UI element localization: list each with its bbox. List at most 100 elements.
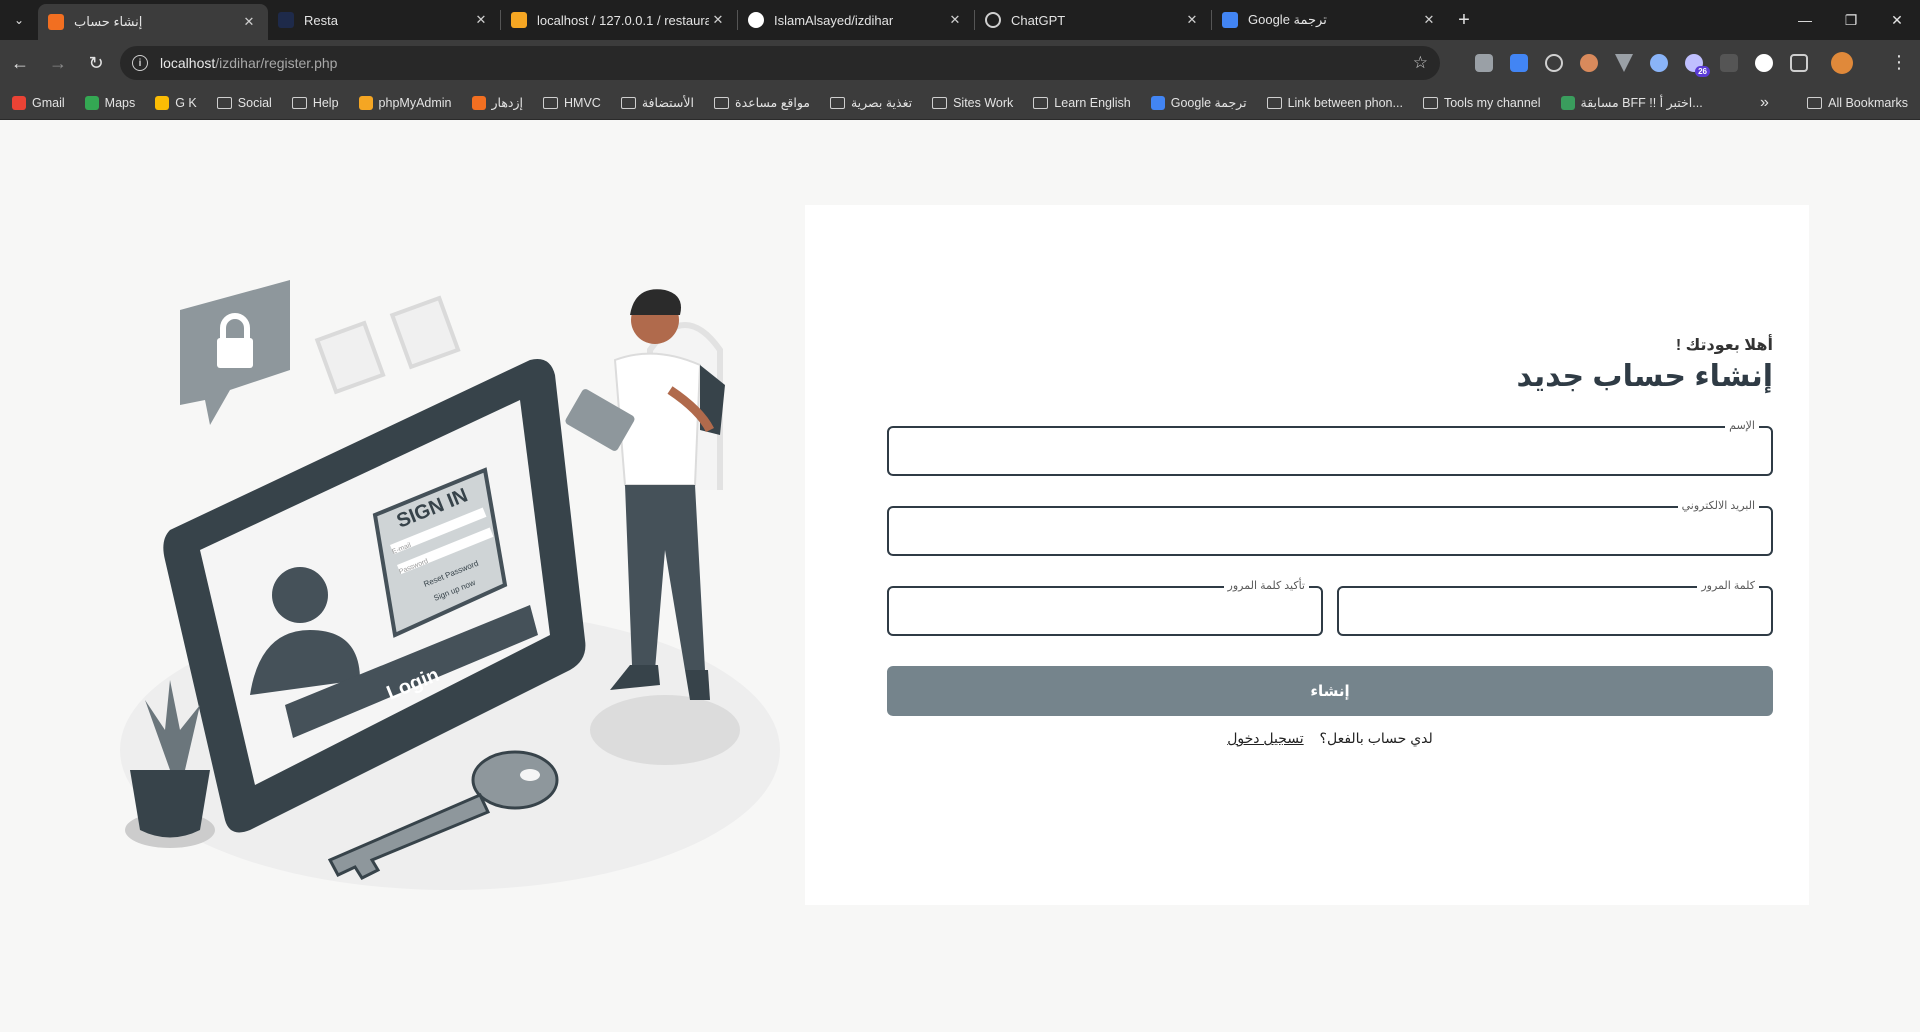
register-card: أهلا بعودتك ! إنشاء حساب جديد الإسم البر… bbox=[805, 205, 1809, 905]
tab-register[interactable]: إنشاء حساب ✕ bbox=[38, 4, 268, 40]
forward-icon[interactable]: → bbox=[40, 45, 76, 81]
reload-icon[interactable]: ↻ bbox=[78, 45, 114, 81]
key-hole bbox=[520, 769, 540, 781]
bookmark-item[interactable]: phpMyAdmin bbox=[358, 95, 452, 110]
badge-extension-icon[interactable]: 26 bbox=[1680, 49, 1710, 77]
bookmark-label: Social bbox=[237, 95, 272, 110]
google-translate-icon bbox=[1222, 12, 1238, 28]
plant-pot bbox=[130, 770, 210, 838]
translate-extension-icon[interactable] bbox=[1505, 49, 1533, 77]
bookmark-label: الأستضافة bbox=[641, 96, 695, 110]
extensions-area: 26 bbox=[1470, 46, 1863, 80]
extension-badge: 26 bbox=[1695, 66, 1710, 77]
login-prompt: لدي حساب بالفعل؟ تسجيل دخول bbox=[887, 730, 1773, 747]
bookmark-item[interactable]: Google ترجمة bbox=[1150, 95, 1247, 110]
react-devtools-icon[interactable] bbox=[1540, 49, 1568, 77]
folder-icon bbox=[620, 96, 636, 109]
extensions-puzzle-icon[interactable] bbox=[1785, 49, 1813, 77]
bookmark-star-icon[interactable]: ☆ bbox=[1413, 53, 1428, 73]
bookmark-folder[interactable]: مواقع مساعدة bbox=[714, 95, 810, 110]
address-bar[interactable]: i localhost/izdihar/register.php ☆ bbox=[120, 46, 1440, 80]
resta-icon bbox=[278, 12, 294, 28]
bookmark-item[interactable]: Gmail bbox=[12, 95, 65, 110]
close-icon[interactable]: ✕ bbox=[240, 14, 258, 30]
more-bookmarks-icon[interactable]: » bbox=[1760, 86, 1769, 120]
browser-toolbar: ← → ↻ i localhost/izdihar/register.php ☆… bbox=[0, 40, 1920, 86]
bookmark-folder[interactable]: Social bbox=[216, 95, 272, 110]
login-link[interactable]: تسجيل دخول bbox=[1227, 730, 1303, 746]
bookmark-folder[interactable]: Link between phon... bbox=[1266, 96, 1403, 110]
close-icon[interactable]: ✕ bbox=[709, 12, 727, 28]
screenshot-extension-icon[interactable] bbox=[1470, 49, 1498, 77]
bookmark-favicon-icon bbox=[471, 95, 486, 110]
tab-title: إنشاء حساب bbox=[74, 14, 143, 29]
bookmark-item[interactable]: إزدهار bbox=[471, 95, 523, 110]
welcome-text: أهلا بعودتك ! bbox=[1675, 337, 1773, 354]
back-icon[interactable]: ← bbox=[2, 45, 38, 81]
site-info-icon[interactable]: i bbox=[132, 55, 148, 71]
colorful-extension-icon[interactable] bbox=[1575, 49, 1603, 77]
tab-search-button[interactable]: ⌄ bbox=[0, 0, 38, 40]
bookmark-folder[interactable]: Tools my channel bbox=[1422, 96, 1541, 110]
tab-chatgpt[interactable]: ChatGPT ✕ bbox=[975, 0, 1211, 40]
close-icon[interactable]: ✕ bbox=[946, 12, 964, 28]
bookmark-folder[interactable]: HMVC bbox=[543, 96, 601, 110]
bookmark-item[interactable]: G K bbox=[155, 95, 197, 110]
browser-menu-icon[interactable]: ⋮ bbox=[1890, 52, 1908, 73]
tab-google-translate[interactable]: ترجمة Google ✕ bbox=[1212, 0, 1448, 40]
bookmark-label: Help bbox=[312, 95, 339, 110]
bookmark-folder[interactable]: الأستضافة bbox=[620, 95, 695, 110]
login-illustration: SIGN IN E-mail Password Reset Password S… bbox=[120, 280, 780, 890]
profile-avatar[interactable] bbox=[1828, 49, 1856, 77]
password-field[interactable]: كلمة المرور bbox=[1337, 579, 1773, 636]
create-account-button[interactable]: إنشاء bbox=[887, 666, 1773, 716]
tab-title: ترجمة Google bbox=[1248, 12, 1327, 27]
picture-frame bbox=[389, 295, 461, 370]
folder-icon bbox=[1422, 96, 1438, 109]
bookmark-item[interactable]: مسابقة BFF !! اختبر أ... bbox=[1560, 95, 1703, 110]
tab-title: Resta bbox=[304, 12, 338, 28]
folder-icon bbox=[1266, 96, 1282, 109]
notion-icon[interactable] bbox=[1750, 49, 1778, 77]
confirm-password-label: تأكيد كلمة المرور bbox=[1223, 579, 1309, 592]
close-window-icon[interactable]: ✕ bbox=[1874, 0, 1920, 40]
tab-resta[interactable]: Resta ✕ bbox=[268, 0, 500, 40]
bookmark-folder[interactable]: تغذية بصرية bbox=[829, 95, 913, 110]
page-content: SIGN IN E-mail Password Reset Password S… bbox=[0, 120, 1920, 1032]
bookmark-item[interactable]: Maps bbox=[84, 95, 136, 110]
vue-devtools-icon[interactable] bbox=[1610, 49, 1638, 77]
bookmark-folder[interactable]: Help bbox=[291, 95, 339, 110]
all-bookmarks-label: All Bookmarks bbox=[1828, 96, 1908, 110]
xampp-icon bbox=[48, 14, 64, 30]
person-pants bbox=[625, 485, 705, 670]
tab-phpmyadmin[interactable]: localhost / 127.0.0.1 / restauran ✕ bbox=[501, 0, 737, 40]
minimize-icon[interactable]: — bbox=[1782, 0, 1828, 40]
all-bookmarks-button[interactable]: All Bookmarks bbox=[1807, 86, 1908, 120]
close-icon[interactable]: ✕ bbox=[1183, 12, 1201, 28]
tab-github[interactable]: IslamAlsayed/izdihar ✕ bbox=[738, 0, 974, 40]
close-icon[interactable]: ✕ bbox=[472, 12, 490, 28]
bookmark-folder[interactable]: Sites Work bbox=[932, 96, 1013, 110]
email-field[interactable]: البريد الالكتروني bbox=[887, 499, 1773, 556]
bookmark-label: مواقع مساعدة bbox=[735, 96, 810, 110]
media-extension-icon[interactable] bbox=[1715, 49, 1743, 77]
confirm-password-field[interactable]: تأكيد كلمة المرور bbox=[887, 579, 1323, 636]
new-tab-button[interactable]: + bbox=[1448, 9, 1480, 32]
picture-frame bbox=[314, 320, 386, 395]
bookmark-favicon-icon bbox=[155, 95, 170, 110]
restore-icon[interactable]: ❐ bbox=[1828, 0, 1874, 40]
tool-extension-icon[interactable] bbox=[1645, 49, 1673, 77]
window-controls: — ❐ ✕ bbox=[1782, 0, 1920, 40]
email-label: البريد الالكتروني bbox=[1677, 499, 1759, 512]
chatgpt-icon bbox=[985, 12, 1001, 28]
register-form: أهلا بعودتك ! إنشاء حساب جديد الإسم البر… bbox=[887, 335, 1773, 747]
person-shadow bbox=[590, 695, 740, 765]
name-field[interactable]: الإسم bbox=[887, 419, 1773, 476]
close-icon[interactable]: ✕ bbox=[1420, 12, 1438, 28]
bookmark-label: تغذية بصرية bbox=[850, 96, 913, 110]
bookmark-label: phpMyAdmin bbox=[378, 95, 452, 110]
phpmyadmin-icon bbox=[511, 12, 527, 28]
bookmark-favicon-icon bbox=[358, 95, 373, 110]
bookmark-label: Maps bbox=[104, 95, 136, 110]
bookmark-folder[interactable]: Learn English bbox=[1033, 96, 1131, 110]
